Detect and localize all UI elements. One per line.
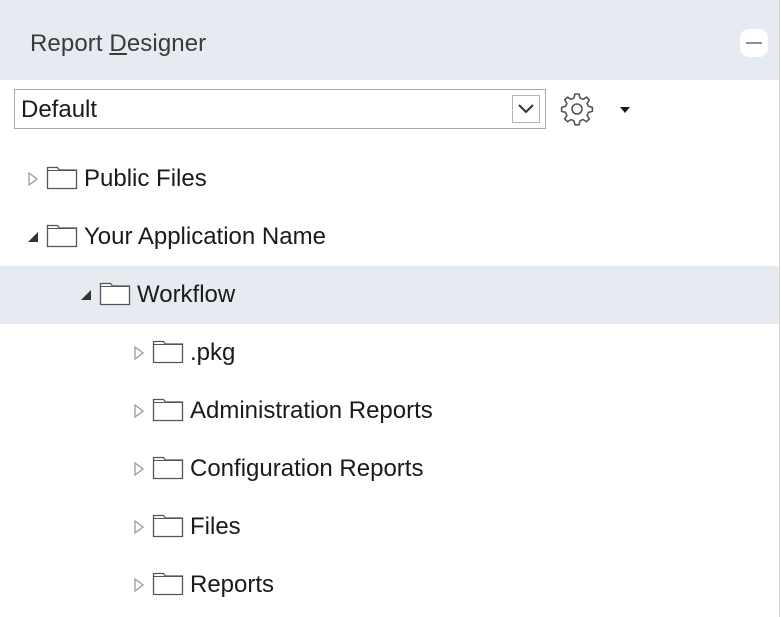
tree-item[interactable]: Workflow [0, 266, 779, 324]
tree-item[interactable]: Your Application Name [0, 208, 779, 266]
caret-down-icon[interactable] [620, 107, 630, 113]
expanded-arrow-icon[interactable] [26, 230, 40, 244]
report-designer-panel: Report Designer Default Public Files Your… [0, 0, 780, 617]
title-prefix: Report [30, 30, 110, 57]
title-mnemonic: D [109, 30, 127, 57]
title-suffix: esigner [126, 30, 207, 57]
folder-icon [152, 340, 184, 364]
chevron-down-icon [518, 104, 534, 114]
folder-icon [152, 572, 184, 596]
tree-item[interactable]: Files [0, 498, 779, 556]
folder-icon [46, 224, 78, 248]
panel-header: Report Designer [0, 0, 779, 80]
gear-icon[interactable] [559, 91, 595, 127]
tree-item[interactable]: Configuration Reports [0, 440, 779, 498]
collapsed-arrow-icon[interactable] [132, 520, 146, 534]
tree-item-label: Reports [190, 571, 275, 598]
view-select-value: Default [21, 96, 98, 123]
select-arrow-button[interactable] [512, 95, 540, 123]
folder-icon [99, 282, 131, 306]
tree-item[interactable]: .pkg [0, 324, 779, 382]
expanded-arrow-icon[interactable] [79, 288, 93, 302]
tree-item-label: Files [190, 513, 241, 540]
panel-title: Report Designer [30, 30, 206, 58]
folder-icon [46, 166, 78, 190]
collapsed-arrow-icon[interactable] [26, 172, 40, 186]
collapsed-arrow-icon[interactable] [132, 462, 146, 476]
collapsed-arrow-icon[interactable] [132, 404, 146, 418]
collapse-panel-button[interactable] [740, 29, 768, 57]
tree-item[interactable]: Public Files [0, 150, 779, 208]
collapsed-arrow-icon[interactable] [132, 578, 146, 592]
folder-icon [152, 398, 184, 422]
tree-item-label: .pkg [190, 339, 236, 366]
tree-item[interactable]: Reports [0, 556, 779, 614]
tree-item-label: Configuration Reports [190, 455, 424, 482]
toolbar: Default [0, 80, 779, 140]
tree-item[interactable]: Administration Reports [0, 382, 779, 440]
tree-item-label: Public Files [84, 165, 207, 192]
tree-item-label: Your Application Name [84, 223, 326, 250]
view-select[interactable]: Default [14, 89, 546, 129]
tree-item-label: Workflow [137, 281, 236, 308]
folder-icon [152, 456, 184, 480]
collapsed-arrow-icon[interactable] [132, 346, 146, 360]
folder-icon [152, 514, 184, 538]
tree-item-label: Administration Reports [190, 397, 433, 424]
